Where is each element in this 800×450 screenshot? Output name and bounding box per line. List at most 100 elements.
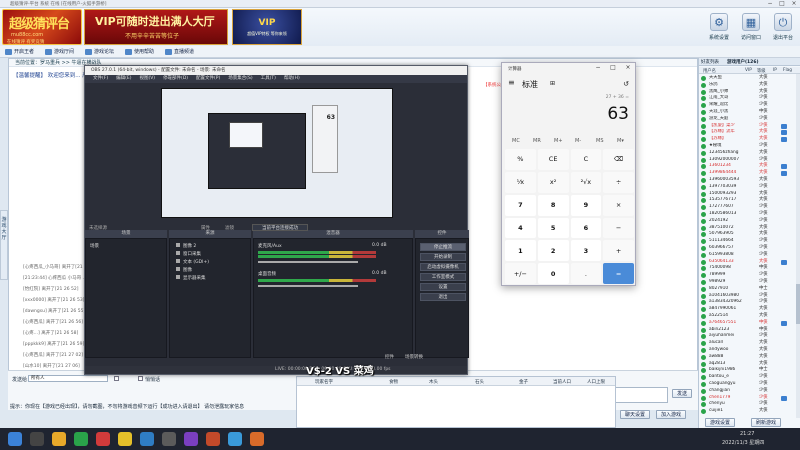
calc-key[interactable]: = [603, 263, 634, 284]
access-window-button[interactable]: ▦ 访问窗口 [738, 11, 764, 43]
user-row[interactable]: changjian 少侠 [701, 388, 795, 395]
join-game-button[interactable]: 加入游戏 [656, 410, 687, 419]
game-settings-button[interactable]: 游戏设置 [705, 418, 736, 427]
obs-menu-item[interactable]: 停靠部件(D) [163, 76, 188, 81]
user-row[interactable]: abin2123 中侠 [701, 327, 795, 334]
user-row[interactable]: caoguangyu 少侠 [701, 381, 795, 388]
source-item[interactable]: 图像 [176, 267, 192, 273]
user-row[interactable]: 8027910 中士 [701, 286, 795, 293]
calc-key[interactable]: 0 [537, 263, 569, 284]
app-icon[interactable] [206, 432, 220, 446]
app-icon[interactable] [96, 432, 110, 446]
user-row[interactable]: chenyu 少侠 [701, 401, 795, 408]
memory-button[interactable]: MC [512, 138, 520, 144]
app-icon[interactable] [162, 432, 176, 446]
user-row[interactable]: 603966757 少侠 [701, 245, 795, 252]
maximize-button[interactable]: □ [776, 0, 788, 8]
obs-control-button[interactable]: 工作室模式 [420, 273, 466, 281]
menu-icon[interactable]: ≡ [508, 78, 515, 87]
app-icon[interactable] [250, 432, 264, 446]
obs-menu-item[interactable]: 帮助(H) [284, 76, 300, 81]
calc-key[interactable]: % [505, 149, 536, 170]
memory-button[interactable]: M- [575, 138, 581, 144]
calc-key[interactable]: . [570, 263, 602, 284]
calc-key[interactable]: +/− [505, 263, 536, 284]
tab-friends[interactable]: 好友列表 [701, 59, 719, 65]
user-row[interactable]: 乐鸽 大侠 [701, 82, 795, 89]
user-row[interactable]: 1399864444 大侠 [701, 170, 795, 177]
topbtn-2[interactable]: 游戏论坛 [84, 47, 117, 57]
tab-controls[interactable]: 控件 [385, 354, 394, 360]
app-icon[interactable] [140, 432, 154, 446]
minimize-button[interactable]: − [764, 0, 776, 8]
user-row[interactable]: a847990061 大侠 [701, 306, 795, 313]
user-row[interactable]: 387510072 大侠 [701, 225, 795, 232]
user-row[interactable]: 【凯旋】菜少 少侠 [701, 123, 795, 130]
user-row[interactable]: bantou_e 少侠 [701, 374, 795, 381]
user-row[interactable]: 615993808 少侠 [701, 252, 795, 259]
obs-menu-item[interactable]: 文件(F) [93, 76, 108, 81]
calc-minimize-button[interactable]: − [592, 64, 604, 71]
user-row[interactable]: alucall 大侠 [701, 340, 795, 347]
user-row[interactable]: ★秘境 少侠 [701, 143, 795, 150]
history-icon[interactable]: ↺ [623, 80, 629, 88]
calc-key[interactable]: 5 [537, 217, 569, 239]
user-row[interactable]: 荣耀_逗比 少侠 [701, 102, 795, 109]
app-icon[interactable] [184, 432, 198, 446]
obs-menu-item[interactable]: 编辑(E) [116, 76, 131, 81]
user-row[interactable]: cuijie1 大侠 [701, 408, 795, 415]
memory-button[interactable]: M▾ [617, 138, 624, 144]
user-row[interactable]: 998929 少侠 [701, 279, 795, 286]
folder-icon[interactable] [52, 432, 66, 446]
vip-badge-ad[interactable]: VIP 超值VIP特权 等你来领 [232, 9, 302, 45]
calc-key[interactable]: CE [537, 149, 569, 170]
option-checkbox[interactable] [114, 376, 119, 381]
tab-game-users[interactable]: 游戏用户(126) [727, 59, 759, 65]
user-row[interactable]: 1500093293 大侠 [701, 191, 795, 198]
user-row[interactable]: a13834320962 少侠 [701, 299, 795, 306]
calc-key[interactable]: 9 [570, 194, 602, 216]
app-icon[interactable] [74, 432, 88, 446]
calc-key[interactable]: + [603, 240, 634, 262]
vip-ad-banner[interactable]: VIP可随时进出满人大厅 不用辛辛苦苦等位子 [84, 9, 228, 45]
calc-key[interactable]: ÷ [603, 171, 634, 193]
user-row[interactable]: aiyuhanmei 少侠 [701, 333, 795, 340]
user-row[interactable]: 【苏缘】流年 大侠 [701, 129, 795, 136]
scroll-thumb[interactable] [796, 284, 800, 324]
whisper-checkbox[interactable] [138, 376, 143, 381]
obs-control-button[interactable]: 设置 [420, 283, 466, 291]
calc-key[interactable]: 6 [570, 217, 602, 239]
keep-on-top-icon[interactable]: ⊞ [550, 80, 555, 87]
obs-control-button[interactable]: 启动虚拟摄像机 [420, 263, 466, 271]
user-row[interactable]: 13960003593 大侠 [701, 177, 795, 184]
user-row[interactable]: 游龙_天庭 少侠 [701, 116, 795, 123]
user-row[interactable]: 1820586013 少侠 [701, 211, 795, 218]
calc-close-button[interactable]: × [622, 64, 634, 71]
calc-key[interactable]: x² [537, 171, 569, 193]
obs-menu-item[interactable]: 配置文件(P) [196, 76, 220, 81]
user-row[interactable]: andywoo 大侠 [701, 347, 795, 354]
user-row[interactable]: aq2813 大侠 [701, 361, 795, 368]
scene-item[interactable]: 场景 [90, 243, 99, 249]
user-row[interactable]: chen1779 少侠 [701, 395, 795, 402]
source-item[interactable]: 图像 2 [176, 243, 196, 249]
calc-key[interactable]: − [603, 217, 634, 239]
app-icon[interactable] [228, 432, 242, 446]
calc-key[interactable]: ²√x [570, 171, 602, 193]
user-row[interactable]: a1041603980 少侠 [701, 293, 795, 300]
system-settings-button[interactable]: ⚙ 系统设置 [706, 11, 732, 43]
obs-menu-item[interactable]: 工具(T) [261, 76, 276, 81]
calc-key[interactable]: 4 [505, 217, 536, 239]
calc-key[interactable]: 1 [505, 240, 536, 262]
user-row[interactable]: 511134664 少侠 [701, 238, 795, 245]
close-button[interactable]: × [788, 0, 800, 8]
topbtn-1[interactable]: 游戏厅间 [44, 47, 77, 57]
mic-volume-slider[interactable] [258, 261, 358, 263]
app-icon[interactable] [118, 432, 132, 446]
user-row[interactable]: 635064133 大侠 [701, 259, 795, 266]
refresh-game-button[interactable]: 刷新游戏 [751, 418, 782, 427]
user-row[interactable]: 【苏缘】 大侠 [701, 136, 795, 143]
calc-key[interactable]: 2 [537, 240, 569, 262]
user-row[interactable]: 江南_大哥 少侠 [701, 95, 795, 102]
user-row[interactable]: 172777607 少侠 [701, 204, 795, 211]
